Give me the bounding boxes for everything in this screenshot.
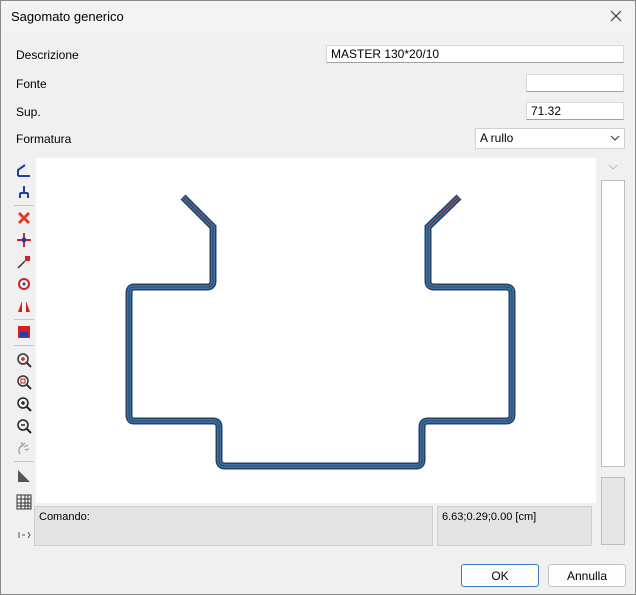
profile-centerline bbox=[128, 196, 513, 467]
descrizione-label: Descrizione bbox=[16, 48, 79, 62]
more-icon[interactable] bbox=[14, 528, 34, 542]
chevron-down-icon bbox=[610, 131, 620, 148]
descrizione-field[interactable]: MASTER 130*20/10 bbox=[326, 45, 624, 63]
fork-node-icon[interactable] bbox=[14, 182, 34, 202]
formatura-select[interactable]: A rullo bbox=[475, 128, 625, 149]
cancel-button[interactable]: Annulla bbox=[548, 564, 626, 587]
zoom-minus-icon[interactable] bbox=[14, 416, 34, 436]
profile-shape bbox=[127, 195, 514, 468]
dialog-window: Sagomato generico Descrizione MASTER 130… bbox=[0, 0, 636, 595]
measure-angle-icon[interactable] bbox=[14, 466, 34, 486]
left-toolbar bbox=[11, 158, 36, 546]
pdf-export-icon[interactable] bbox=[14, 322, 34, 342]
chevron-down-icon[interactable] bbox=[602, 158, 624, 176]
formatura-label: Formatura bbox=[16, 132, 72, 146]
command-box[interactable]: Comando: bbox=[34, 506, 433, 546]
profile-shape-outline bbox=[125, 194, 516, 470]
sup-field[interactable]: 71.32 bbox=[526, 102, 624, 120]
title-bar: Sagomato generico bbox=[1, 1, 635, 32]
window-title: Sagomato generico bbox=[11, 9, 124, 24]
draw-profile-icon[interactable] bbox=[14, 160, 34, 180]
profile-drawing bbox=[125, 194, 516, 470]
close-button[interactable] bbox=[603, 3, 629, 29]
coordinates-box: 6.63;0.29;0.00 [cm] bbox=[437, 506, 592, 546]
pan-hand-icon[interactable] bbox=[14, 438, 34, 458]
formatura-value: A rullo bbox=[480, 131, 514, 145]
sup-label: Sup. bbox=[16, 105, 41, 119]
drawing-canvas[interactable] bbox=[36, 158, 596, 503]
fonte-field[interactable] bbox=[526, 74, 624, 92]
side-swatch[interactable] bbox=[601, 477, 625, 545]
fonte-label: Fonte bbox=[16, 77, 47, 91]
zoom-in-icon[interactable] bbox=[14, 350, 34, 370]
close-icon bbox=[610, 10, 622, 22]
zoom-plus-icon[interactable] bbox=[14, 394, 34, 414]
move-icon[interactable] bbox=[14, 230, 34, 250]
mirror-icon[interactable] bbox=[14, 296, 34, 316]
scale-icon[interactable] bbox=[14, 252, 34, 272]
delete-icon[interactable] bbox=[14, 208, 34, 228]
zoom-window-icon[interactable] bbox=[14, 372, 34, 392]
coordinates-readout: 6.63;0.29;0.00 [cm] bbox=[442, 511, 537, 523]
ok-button[interactable]: OK bbox=[461, 564, 539, 587]
command-label: Comando: bbox=[39, 511, 90, 523]
grid-icon[interactable] bbox=[14, 492, 34, 512]
rotate-icon[interactable] bbox=[14, 274, 34, 294]
vertical-scrollbar[interactable] bbox=[601, 180, 625, 467]
